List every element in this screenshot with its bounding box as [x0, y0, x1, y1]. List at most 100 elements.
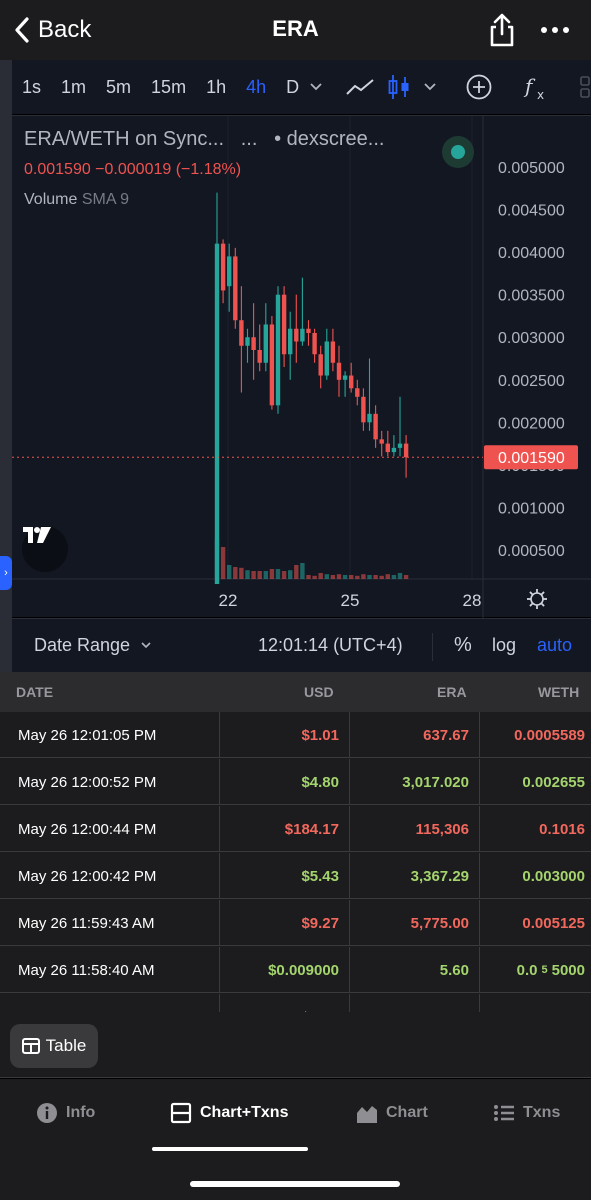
line-chart-icon[interactable] — [339, 76, 381, 98]
row-era: 5,775.00 — [350, 900, 480, 946]
tab-info[interactable]: Info — [36, 1101, 95, 1125]
chart-footer: Date Range 12:01:14 (UTC+4) % log auto — [12, 618, 591, 672]
tradingview-logo[interactable] — [22, 526, 68, 572]
candle-body — [269, 324, 275, 406]
column-header-weth[interactable]: WETH — [538, 684, 579, 700]
table-row[interactable]: May 26 12:00:42 PM $5.43 3,367.29 0.0030… — [0, 853, 591, 899]
x-tick-label: 28 — [463, 591, 482, 610]
column-header-date[interactable]: DATE — [16, 684, 53, 700]
timeframe-5m[interactable]: 5m — [96, 77, 141, 98]
y-tick-label: 0.002500 — [498, 373, 565, 390]
y-tick-label: 0.004500 — [498, 203, 565, 220]
tab-chart[interactable]: Chart — [356, 1101, 428, 1125]
indicators-fx-icon[interactable]: fx — [515, 73, 559, 101]
info-icon — [37, 1103, 57, 1123]
table-row[interactable]: May 26 11:58:40 AM $0.009000 5.60 0.0 5 50… — [0, 947, 591, 993]
tab-txns[interactable]: Txns — [493, 1101, 560, 1125]
txns-table-header: DATE USD ERA WETH — [0, 672, 591, 712]
price-chart[interactable]: 0.005000 0.004500 0.004000 0.003500 0.003000… — [12, 115, 591, 618]
candle-body — [227, 256, 232, 287]
timeframe-4h[interactable]: 4h — [236, 77, 276, 98]
row-weth: 0.003000 — [522, 867, 585, 885]
timeframe-d[interactable]: D — [276, 77, 309, 98]
candle-body — [275, 294, 281, 406]
row-weth: 0.0 5 5000 — [480, 947, 591, 993]
txns-table[interactable]: May 26 12:01:05 PM $1.01 637.67 0.000558… — [0, 712, 591, 1012]
candle-body — [373, 413, 378, 440]
y-tick-label: 0.005000 — [498, 160, 565, 177]
chevron-right-icon: › — [4, 567, 8, 579]
row-usd: $184.17 — [220, 806, 350, 852]
volume-bar — [275, 569, 281, 579]
candle-body — [263, 324, 268, 363]
table-row[interactable]: May 26 12:00:44 PM $184.17 115,306 0.101… — [0, 806, 591, 852]
table-row[interactable]: May 26 11:58:39 AM $7.00 4,050.00 0.0040… — [0, 994, 591, 1012]
volume-bar — [312, 575, 317, 579]
chart-type-dropdown-icon[interactable] — [417, 82, 443, 92]
candlestick-icon[interactable] — [381, 73, 417, 101]
volume-bar — [227, 565, 232, 579]
area-chart-icon — [357, 1106, 377, 1123]
log-scale-toggle[interactable]: log — [492, 635, 516, 656]
volume-bar — [239, 567, 244, 579]
home-indicator — [190, 1181, 400, 1187]
date-range-button[interactable]: Date Range — [34, 635, 156, 656]
weth-prefix: 0.0 — [516, 961, 538, 979]
row-weth: 0.005125 — [522, 914, 585, 932]
candle-body — [251, 337, 256, 351]
layout-grid-icon[interactable] — [575, 75, 591, 99]
tab-chart-txns[interactable]: Chart+Txns — [170, 1101, 288, 1125]
candle-body — [336, 362, 342, 380]
volume-bar — [233, 567, 238, 579]
row-date: May 26 12:00:52 PM — [0, 759, 220, 805]
volume-label: Volume — [24, 191, 78, 208]
tab-chart-label: Chart — [386, 1104, 428, 1121]
volume-bar — [288, 570, 293, 579]
row-usd: $9.27 — [220, 900, 350, 946]
volume-bar — [330, 575, 336, 579]
volume-bar — [361, 574, 366, 579]
column-header-usd[interactable]: USD — [304, 684, 334, 700]
candle-body — [245, 337, 250, 346]
pair-legend: ERA/WETH on Sync... ... • dexscree... — [24, 128, 385, 150]
row-era: 3,017.020 — [350, 759, 480, 805]
share-button[interactable] — [486, 12, 518, 48]
percent-scale-toggle[interactable]: % — [454, 634, 472, 657]
timeframe-1h[interactable]: 1h — [196, 77, 236, 98]
svg-text:f: f — [523, 74, 536, 98]
timeframe-15m[interactable]: 15m — [141, 77, 196, 98]
add-indicator-icon[interactable] — [459, 73, 499, 101]
ohlc-readout: 0.001590 −0.000019 (−1.18%) — [24, 161, 242, 178]
volume-bar — [391, 575, 397, 579]
y-tick-label: 0.001000 — [498, 500, 565, 517]
table-toggle-bar: Table — [0, 1012, 591, 1078]
volume-bar — [263, 571, 268, 579]
column-header-era[interactable]: ERA — [437, 684, 467, 700]
weth-digits: 5000 — [551, 961, 585, 979]
timeframe-1s[interactable]: 1s — [12, 77, 51, 98]
row-usd: $1.01 — [220, 712, 350, 758]
table-row[interactable]: May 26 12:01:05 PM $1.01 637.67 0.000558… — [0, 712, 591, 758]
auto-scale-toggle[interactable]: auto — [537, 635, 572, 656]
volume-bar — [385, 574, 390, 579]
tab-txns-label: Txns — [523, 1104, 561, 1121]
table-button[interactable]: Table — [10, 1024, 98, 1068]
table-row[interactable]: May 26 12:00:52 PM $4.80 3,017.020 0.002… — [0, 759, 591, 805]
tab-chart-txns-label: Chart+Txns — [200, 1104, 289, 1121]
table-row[interactable]: May 26 11:59:43 AM $9.27 5,775.00 0.0051… — [0, 900, 591, 946]
row-usd: $0.009000 — [220, 947, 350, 993]
table-button-label: Table — [45, 1036, 87, 1055]
candle-body — [294, 328, 299, 342]
candle-body — [281, 294, 287, 355]
volume-bar — [269, 569, 275, 579]
x-tick-label: 25 — [341, 591, 360, 610]
tab-info-label: Info — [66, 1104, 96, 1121]
drawer-handle[interactable]: › — [0, 556, 12, 590]
timeframe-dropdown-icon[interactable] — [309, 82, 323, 92]
row-era: 115,306 — [350, 806, 480, 852]
candle-body — [257, 350, 262, 363]
timeframe-1m[interactable]: 1m — [51, 77, 96, 98]
tab-scroll-indicator — [152, 1147, 308, 1151]
more-button[interactable] — [538, 16, 572, 44]
current-price-label: 0.001590 — [498, 450, 565, 467]
